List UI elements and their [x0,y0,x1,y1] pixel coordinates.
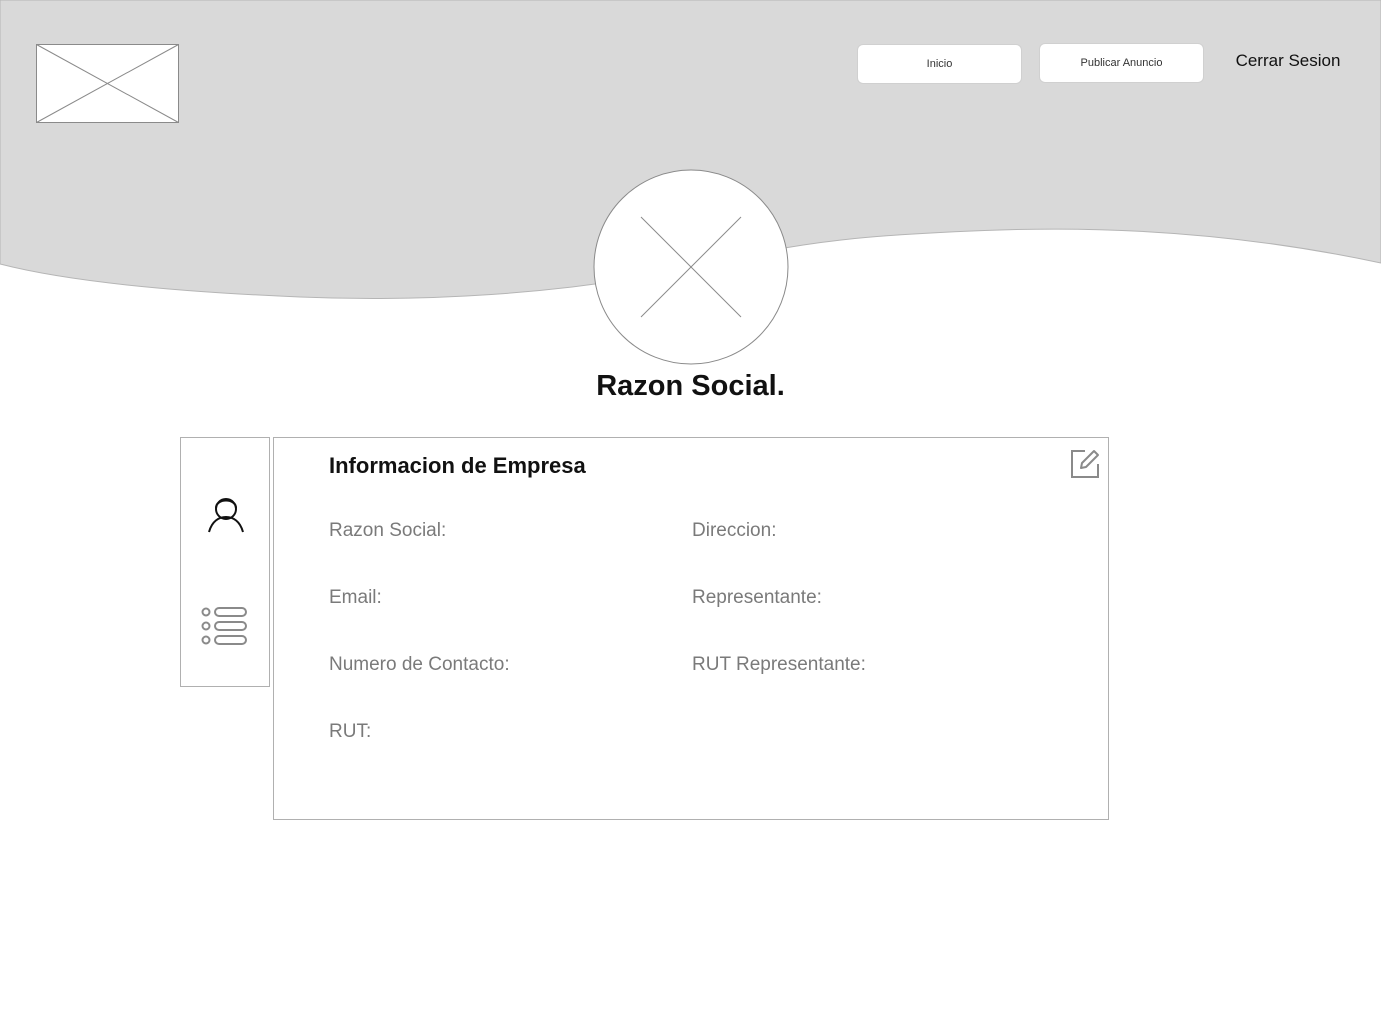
field-razon-social-label: Razon Social: [329,520,447,541]
company-info-title: Informacion de Empresa [329,453,586,478]
field-rut-representante-label: RUT Representante: [692,654,866,675]
page-title: Razon Social. [596,370,785,402]
field-rut-label: RUT: [329,721,372,742]
company-info-card: Informacion de Empresa Razon Social: Ema… [273,437,1109,820]
profile-sidebar [180,437,270,687]
edit-icon[interactable] [1070,449,1100,479]
field-direccion-label: Direccion: [692,520,777,541]
avatar-placeholder-icon[interactable] [593,169,789,365]
inicio-button[interactable]: Inicio [857,44,1022,84]
field-email-label: Email: [329,587,382,608]
user-icon[interactable] [203,494,249,534]
field-representante-label: Representante: [692,587,822,608]
field-numero-contacto-label: Numero de Contacto: [329,654,510,675]
publicar-anuncio-button[interactable]: Publicar Anuncio [1039,43,1204,83]
cerrar-sesion-link[interactable]: Cerrar Sesion [1228,51,1348,71]
logo-placeholder-icon[interactable] [36,44,179,123]
list-icon[interactable] [201,606,249,648]
